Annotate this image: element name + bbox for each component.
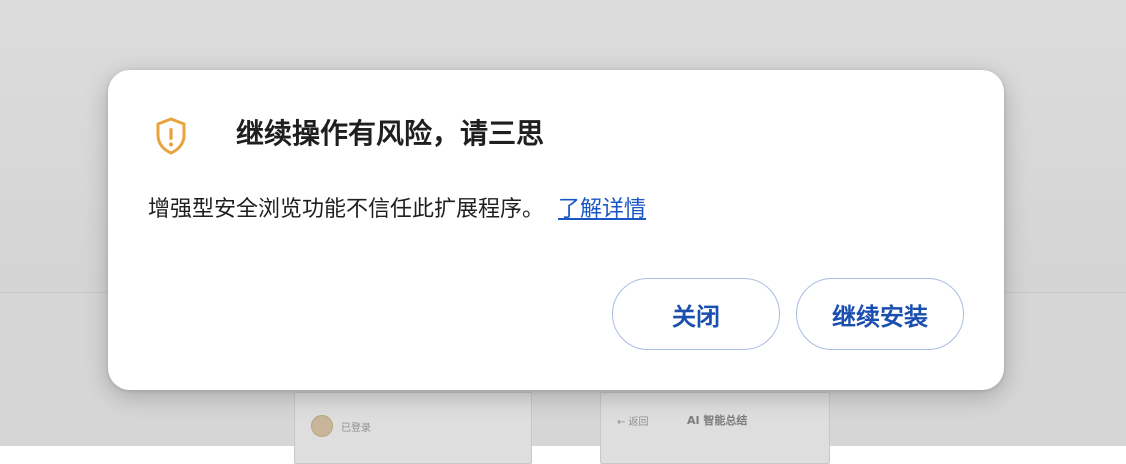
dialog-message-line: 增强型安全浏览功能不信任此扩展程序。 了解详情	[148, 194, 646, 226]
avatar	[311, 415, 333, 437]
account-status-text: 已登录	[341, 423, 371, 434]
warning-shield-icon	[156, 117, 186, 155]
back-link: ← 返回	[617, 417, 649, 428]
learn-more-link[interactable]: 了解详情	[558, 197, 646, 222]
dialog-message: 增强型安全浏览功能不信任此扩展程序。	[148, 197, 545, 222]
background-account-card: 已登录	[294, 392, 532, 464]
dialog-title: 继续操作有风险，请三思	[236, 117, 545, 150]
background-summary-card: ← 返回 AI 智能总结	[600, 392, 830, 464]
close-button[interactable]: 关闭	[612, 278, 780, 350]
continue-install-button[interactable]: 继续安装	[796, 278, 964, 350]
security-warning-dialog: 继续操作有风险，请三思 增强型安全浏览功能不信任此扩展程序。 了解详情 关闭 继续…	[108, 70, 1004, 390]
summary-heading: AI 智能总结	[687, 414, 748, 427]
